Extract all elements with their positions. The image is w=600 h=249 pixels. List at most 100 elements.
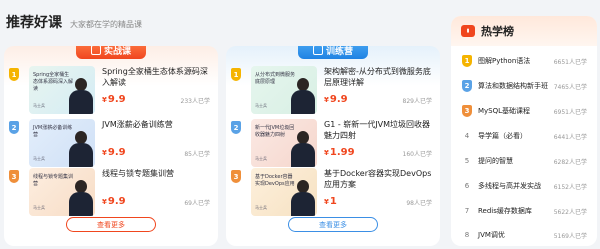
hot-item-title[interactable]: 图解Python语法 (478, 56, 554, 66)
course-price: ¥9.9 (102, 196, 126, 207)
course-thumbnail[interactable]: 新一代JVM垃圾回收器魅力四射 马士兵 (251, 119, 317, 167)
training-course-panel: 训练营 1 从分布式到微服务底层原理 马士兵 架构解密-从分布式到微服务底层原理… (226, 46, 440, 246)
hot-item-count: 6651人已学 (553, 58, 587, 66)
course-title[interactable]: JVM涨薪必备训练营 (102, 119, 214, 130)
section-subtitle: 大家都在学的精品课 (70, 20, 142, 29)
hot-rank-badge: 1 (462, 55, 472, 67)
course-card[interactable]: 1 从分布式到微服务底层原理 马士兵 架构解密-从分布式到微服务底层原理详解 ¥… (226, 66, 440, 118)
course-price: ¥9.9 (102, 147, 126, 158)
hot-rank-number: 7 (464, 207, 470, 215)
rank-badge: 2 (231, 121, 241, 134)
teacher-photo (69, 129, 93, 167)
hot-item-title[interactable]: Redis缓存数据库 (478, 206, 554, 216)
practice-view-more-button[interactable]: 查看更多 (66, 217, 156, 232)
hot-list-item[interactable]: 6 多线程与高并发实战 6152人已学 (451, 178, 597, 194)
teacher-photo (291, 129, 315, 167)
thumbnail-teacher: 马士兵 (33, 156, 45, 161)
learner-count: 829人已学 (402, 98, 432, 105)
course-title[interactable]: Spring全家桶生态体系源码深入解读 (102, 66, 214, 88)
course-card[interactable]: 2 JVM涨薪必备训练营 马士兵 JVM涨薪必备训练营 ¥9.9 85人已学 (4, 119, 218, 171)
book-icon (312, 46, 323, 55)
course-card[interactable]: 3 基于Docker容器实现DevOps应用 马士兵 基于Docker容器实现D… (226, 168, 440, 220)
thumbnail-teacher: 马士兵 (33, 103, 45, 108)
course-price: ¥1 (324, 196, 337, 207)
course-thumbnail[interactable]: JVM涨薪必备训练营 马士兵 (29, 119, 95, 167)
teacher-photo (69, 76, 93, 114)
teacher-photo (69, 178, 93, 216)
hot-item-count: 6282人已学 (553, 158, 587, 166)
hot-rank-number: 5 (464, 157, 470, 165)
course-title[interactable]: 架构解密-从分布式到微服务底层原理详解 (324, 66, 436, 88)
course-price: ¥9.9 (102, 94, 126, 105)
course-card[interactable]: 1 Spring全家桶生态体系源码深入解读 马士兵 Spring全家桶生态体系源… (4, 66, 218, 118)
course-price: ¥1.99 (324, 147, 355, 158)
thumbnail-caption: JVM涨薪必备训练营 (33, 125, 73, 138)
hot-rank-badge: 3 (462, 105, 472, 117)
hot-list-item[interactable]: 8 JVM调优 5169人已学 (451, 227, 597, 243)
course-title[interactable]: G1 - 崭新一代JVM垃圾回收器魅力四射 (324, 119, 436, 141)
learner-count: 85人已学 (184, 151, 210, 158)
learner-count: 98人已学 (406, 200, 432, 207)
section-title: 推荐好课 (6, 15, 62, 31)
course-thumbnail[interactable]: Spring全家桶生态体系源码深入解读 马士兵 (29, 66, 95, 114)
practice-course-panel: 实战课 1 Spring全家桶生态体系源码深入解读 马士兵 Spring全家桶生… (4, 46, 218, 246)
thumbnail-teacher: 马士兵 (255, 156, 267, 161)
hot-ranking-panel: ▮ 热学榜 1 图解Python语法 6651人已学 2 算法和数据结构新手班 … (451, 16, 597, 246)
teacher-photo (291, 76, 315, 114)
rank-badge: 2 (9, 121, 19, 134)
course-card[interactable]: 3 线程与锁专题集训营 马士兵 线程与锁专题集训营 ¥9.9 69人已学 (4, 168, 218, 220)
hot-item-title[interactable]: MySQL基础课程 (478, 106, 554, 116)
hot-item-count: 6951人已学 (553, 108, 587, 116)
hot-item-title[interactable]: 导学篇（必看） (478, 131, 554, 141)
practice-ribbon[interactable]: 实战课 (76, 46, 146, 59)
learner-count: 69人已学 (184, 200, 210, 207)
rank-badge: 3 (9, 170, 19, 183)
hot-rank-number: 8 (464, 231, 470, 239)
practice-ribbon-label: 实战课 (103, 46, 131, 57)
hot-item-title[interactable]: 算法和数据结构新手班 (478, 81, 554, 91)
hot-item-count: 6152人已学 (553, 183, 587, 191)
course-title[interactable]: 线程与锁专题集训营 (102, 168, 214, 179)
hot-item-count: 5169人已学 (553, 232, 587, 240)
thumbnail-caption: 线程与锁专题集训营 (33, 174, 74, 187)
course-thumbnail[interactable]: 从分布式到微服务底层原理 马士兵 (251, 66, 317, 114)
hot-item-title[interactable]: JVM调优 (478, 230, 554, 240)
learner-count: 160人已学 (402, 151, 432, 158)
rank-badge: 1 (231, 68, 241, 81)
hot-list-item[interactable]: 2 算法和数据结构新手班 7465人已学 (451, 78, 597, 94)
section-header: 推荐好课 大家都在学的精品课 (6, 12, 142, 32)
hot-list-item[interactable]: 1 图解Python语法 6651人已学 (451, 53, 597, 69)
book-icon (90, 46, 101, 55)
thumbnail-teacher: 马士兵 (33, 205, 45, 210)
hot-item-count: 5622人已学 (553, 208, 587, 216)
thumbnail-caption: 新一代JVM垃圾回收器魅力四射 (255, 125, 295, 138)
hot-item-count: 7465人已学 (553, 83, 587, 91)
teacher-photo (291, 178, 315, 216)
rank-badge: 3 (231, 170, 241, 183)
hot-list-item[interactable]: 3 MySQL基础课程 6951人已学 (451, 103, 597, 119)
thumbnail-caption: Spring全家桶生态体系源码深入解读 (33, 72, 74, 92)
hot-rank-number: 6 (464, 182, 470, 190)
hot-list-item[interactable]: 7 Redis缓存数据库 5622人已学 (451, 203, 597, 219)
thumbnail-caption: 从分布式到微服务底层原理 (255, 72, 296, 85)
hot-rank-number: 4 (464, 132, 470, 140)
hot-ranking-title: 热学榜 (481, 25, 514, 38)
hot-item-title[interactable]: 提问的智慧 (478, 156, 554, 166)
course-price: ¥9.9 (324, 94, 348, 105)
training-ribbon-label: 训练营 (325, 46, 353, 57)
hot-list-item[interactable]: 5 提问的智慧 6282人已学 (451, 153, 597, 169)
course-title[interactable]: 基于Docker容器实现DevOps应用方案 (324, 168, 436, 190)
thumbnail-caption: 基于Docker容器实现DevOps应用 (255, 174, 295, 187)
hot-rank-badge: 2 (462, 80, 472, 92)
rank-badge: 1 (9, 68, 19, 81)
course-card[interactable]: 2 新一代JVM垃圾回收器魅力四射 马士兵 G1 - 崭新一代JVM垃圾回收器魅… (226, 119, 440, 171)
thumbnail-teacher: 马士兵 (255, 205, 267, 210)
training-view-more-button[interactable]: 查看更多 (288, 217, 378, 232)
hot-list-item[interactable]: 4 导学篇（必看） 6441人已学 (451, 128, 597, 144)
course-thumbnail[interactable]: 线程与锁专题集训营 马士兵 (29, 168, 95, 216)
training-ribbon[interactable]: 训练营 (298, 46, 368, 59)
learner-count: 233人已学 (180, 98, 210, 105)
hot-item-title[interactable]: 多线程与高并发实战 (478, 181, 554, 191)
course-thumbnail[interactable]: 基于Docker容器实现DevOps应用 马士兵 (251, 168, 317, 216)
hot-ranking-header: ▮ 热学榜 (451, 16, 597, 46)
